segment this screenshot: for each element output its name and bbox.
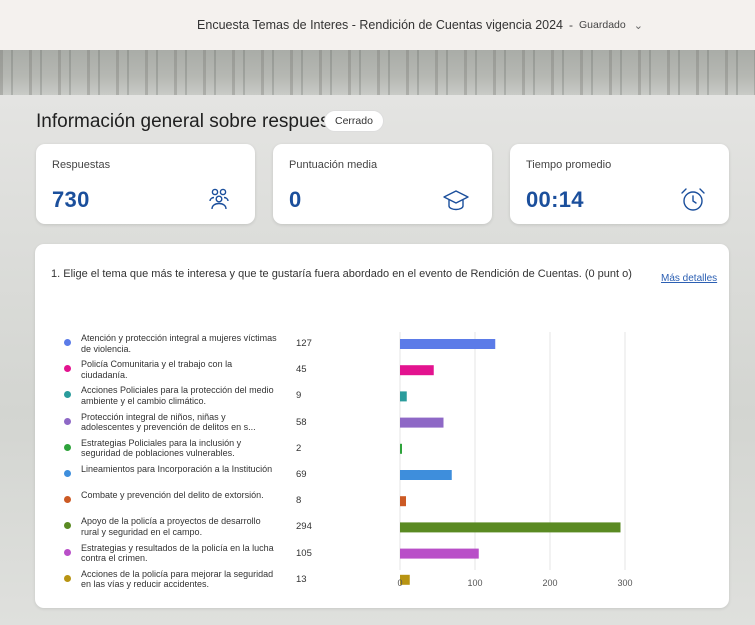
bar[interactable] [400, 470, 452, 480]
bar[interactable] [400, 365, 434, 376]
bar[interactable] [400, 417, 444, 428]
average-time-card[interactable]: Tiempo promedio 00:14 [510, 144, 729, 224]
legend-label: Protección integral de niños, niñas y ad… [81, 411, 256, 433]
question-text: 1. Elige el tema que más te interesa y q… [51, 268, 632, 280]
legend-dot-icon [64, 417, 71, 425]
legend-item: Apoyo de la policía a proyectos de desar… [64, 516, 274, 542]
bar[interactable] [400, 339, 496, 349]
bar[interactable] [400, 391, 407, 402]
legend-item: Estrategias Policiales para la inclusión… [64, 438, 274, 464]
more-details-link[interactable]: Más detalles [661, 273, 717, 284]
legend-label: Estrategias Policiales para la inclusión… [81, 437, 242, 459]
x-tick-label: 300 [617, 578, 632, 588]
x-tick-label: 0 [397, 578, 402, 588]
average-score-value: 0 [289, 187, 302, 212]
legend-dot-icon [64, 443, 71, 451]
response-count: 8 [296, 495, 302, 507]
survey-title: Encuesta Temas de Interes - Rendición de… [197, 18, 564, 32]
legend-label: Estrategias y resultados de la policía e… [81, 542, 274, 564]
legend-dot-icon [64, 574, 71, 582]
average-score-label: Puntuación media [289, 159, 378, 171]
legend-label: Combate y prevención del delito de extor… [81, 490, 264, 501]
legend-dot-icon [64, 365, 71, 373]
people-icon [209, 188, 229, 210]
legend-item: Protección integral de niños, niñas y ad… [64, 412, 274, 438]
legend-label: Acciones de la policía para mejorar la s… [81, 568, 274, 590]
legend-item: Combate y prevención del delito de extor… [64, 490, 274, 516]
response-count: 58 [296, 416, 307, 428]
legend-item: Estrategias y resultados de la policía e… [64, 543, 274, 569]
response-count: 2 [296, 442, 302, 454]
legend-item: Lineamientos para Incorporación a la Ins… [64, 464, 274, 490]
page-title: Información general sobre respuestas [36, 111, 355, 132]
bar[interactable] [400, 443, 402, 454]
x-tick-label: 100 [467, 578, 482, 588]
legend-dot-icon [64, 470, 71, 477]
average-time-label: Tiempo promedio [526, 159, 612, 171]
legend-dot-icon [64, 548, 71, 556]
responses-card[interactable]: Respuestas 730 [36, 144, 255, 224]
response-count: 69 [296, 469, 307, 480]
title-bar: Encuesta Temas de Interes - Rendición de… [0, 0, 755, 50]
legend-label: Acciones Policiales para la protección d… [81, 385, 274, 406]
response-count: 294 [296, 521, 312, 533]
x-tick-label: 200 [542, 578, 557, 588]
chevron-down-icon[interactable]: ⌄ [634, 19, 643, 32]
legend-item: Policía Comunitaria y el trabajo con la … [64, 359, 274, 385]
legend-item: Acciones de la policía para mejorar la s… [64, 569, 274, 595]
save-status[interactable]: Guardado [579, 19, 626, 31]
legend-item: Acciones Policiales para la protección d… [64, 385, 274, 411]
legend-dot-icon [64, 391, 71, 399]
legend-label: Policía Comunitaria y el trabajo con la … [81, 359, 233, 380]
legend-label: Apoyo de la policía a proyectos de desar… [81, 516, 261, 537]
legend-dot-icon [64, 339, 71, 346]
header-banner-image [0, 50, 755, 95]
response-count: 105 [296, 547, 312, 559]
responses-label: Respuestas [52, 159, 111, 171]
average-time-value: 00:14 [526, 187, 584, 212]
graduation-cap-icon [443, 190, 469, 211]
bar[interactable] [400, 522, 621, 533]
average-score-card[interactable]: Puntuación media 0 [273, 144, 492, 224]
bar[interactable] [400, 496, 406, 507]
legend-dot-icon [64, 522, 71, 530]
status-badge: Cerrado [324, 110, 384, 132]
response-count: 127 [296, 338, 312, 349]
response-count: 13 [296, 573, 307, 585]
bar-chart: 0 100 200 300 [397, 332, 633, 588]
title-separator: - [569, 18, 574, 32]
legend-label: Atención y protección integral a mujeres… [81, 333, 277, 354]
responses-value: 730 [52, 187, 90, 212]
alarm-clock-icon [681, 188, 705, 211]
bar[interactable] [400, 548, 479, 559]
response-count: 9 [296, 390, 302, 402]
legend-item: Atención y protección integral a mujeres… [64, 333, 277, 359]
legend-dot-icon [64, 496, 71, 504]
legend-label: Lineamientos para Incorporación a la Ins… [81, 464, 273, 474]
response-count: 45 [296, 364, 307, 376]
